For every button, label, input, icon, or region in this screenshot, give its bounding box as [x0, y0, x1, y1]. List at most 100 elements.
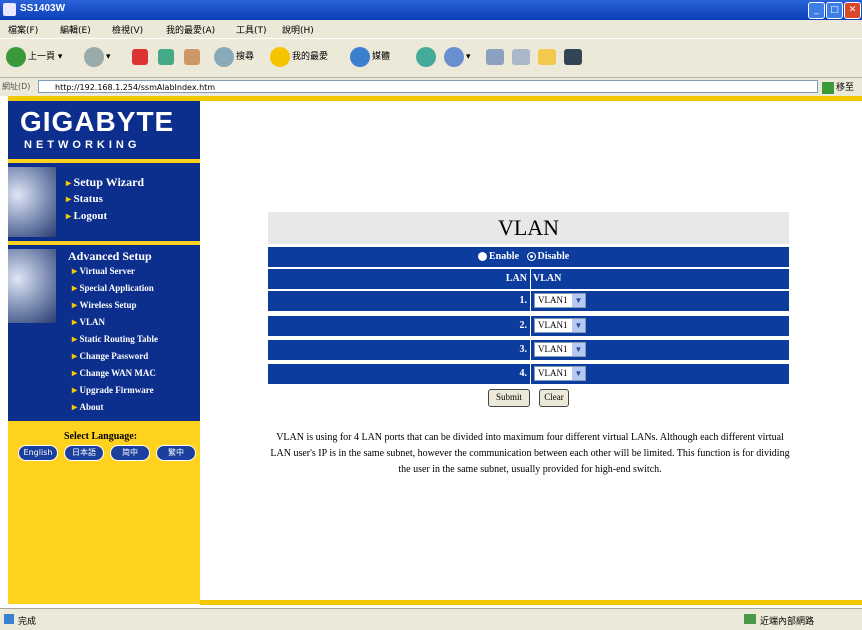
folder-button[interactable]: [538, 46, 558, 68]
star-icon: [270, 46, 290, 67]
mail-button[interactable]: ▾: [444, 46, 471, 68]
language-traditional-chinese-button[interactable]: 繁中: [156, 445, 196, 461]
disable-radio[interactable]: Disable: [526, 251, 570, 262]
vlan-header: VLAN: [533, 273, 562, 284]
nav-change-password[interactable]: Change Password: [72, 351, 149, 362]
go-button[interactable]: 移至: [822, 80, 858, 94]
advanced-setup-heading: Advanced Setup: [68, 249, 152, 263]
nav-virtual-server[interactable]: Virtual Server: [72, 266, 135, 277]
language-japanese-button[interactable]: 日本語: [64, 445, 104, 461]
print-button[interactable]: [486, 46, 506, 68]
vlan-cell: VLAN1 ▼: [530, 316, 788, 336]
vlan-description: VLAN is using for 4 LAN ports that can b…: [270, 432, 790, 475]
table-row: 4. VLAN1 ▼: [268, 364, 789, 384]
nav-about[interactable]: About: [72, 402, 104, 413]
edit-icon: [512, 48, 530, 65]
status-text: 完成: [18, 617, 37, 627]
product-image: [8, 167, 56, 237]
menu-edit[interactable]: 編輯(E): [60, 23, 91, 36]
page-title: VLAN: [268, 212, 789, 244]
address-label: 網址(D): [2, 82, 31, 91]
stop-button[interactable]: [132, 46, 150, 68]
lan-port-label: 3.: [519, 344, 528, 355]
nav-setup-wizard[interactable]: Setup Wizard: [66, 175, 145, 190]
menu-help[interactable]: 說明(H): [282, 23, 314, 36]
go-icon: [822, 81, 834, 94]
chevron-down-icon: ▼: [572, 319, 585, 332]
table-row: 2. VLAN1 ▼: [268, 316, 789, 336]
nav-status[interactable]: Status: [66, 193, 103, 205]
nav-vlan[interactable]: VLAN: [72, 317, 106, 328]
table-row: 3. VLAN1 ▼: [268, 340, 789, 360]
vlan-select[interactable]: VLAN1 ▼: [534, 342, 586, 357]
media-button[interactable]: 媒體: [350, 46, 390, 68]
nav-change-wan-mac[interactable]: Change WAN MAC: [72, 368, 156, 379]
minimize-icon[interactable]: _: [808, 2, 825, 19]
back-button[interactable]: 上一頁 ▾: [6, 46, 62, 68]
address-bar: 網址(D) http://192.168.1.254/ssmAlabIndex.…: [0, 77, 862, 96]
browser-toolbar: 上一頁 ▾ ▾ 搜尋 我的最愛 媒體 ▾: [0, 38, 862, 77]
vlan-select[interactable]: VLAN1 ▼: [534, 293, 586, 308]
nav-wireless-setup[interactable]: Wireless Setup: [72, 300, 137, 311]
refresh-icon: [158, 48, 174, 65]
submit-button[interactable]: Submit: [488, 389, 530, 407]
messenger-button[interactable]: [564, 46, 584, 68]
search-label: 搜尋: [236, 52, 255, 62]
vlan-select-value: VLAN1: [538, 368, 568, 378]
forward-button[interactable]: ▾: [84, 46, 111, 68]
menu-bar: 檔案(F) 編輯(E) 檢視(V) 我的最愛(A) 工具(T) 說明(H): [0, 20, 862, 38]
address-input[interactable]: http://192.168.1.254/ssmAlabIndex.htm: [38, 80, 818, 93]
go-label: 移至: [836, 83, 855, 93]
edit-button[interactable]: [512, 46, 532, 68]
menu-file[interactable]: 檔案(F): [8, 23, 38, 36]
menu-tools[interactable]: 工具(T): [236, 23, 267, 36]
mode-row: Enable Disable: [268, 247, 789, 267]
favorites-button[interactable]: 我的最愛: [270, 46, 328, 68]
menu-view[interactable]: 檢視(V): [112, 23, 143, 36]
bottom-stripe: [200, 600, 862, 605]
vlan-cell: VLAN1 ▼: [530, 340, 788, 360]
refresh-button[interactable]: [158, 46, 176, 68]
advanced-nav: Advanced Setup Virtual Server Special Ap…: [8, 245, 200, 421]
nav-logout[interactable]: Logout: [66, 210, 108, 222]
enable-label: Enable: [489, 251, 520, 262]
favorites-label: 我的最愛: [292, 52, 329, 62]
print-icon: [486, 48, 504, 65]
vlan-cell: VLAN1 ▼: [530, 291, 788, 311]
mail-icon: [444, 46, 464, 67]
close-icon[interactable]: ✕: [844, 2, 861, 19]
clear-button[interactable]: Clear: [539, 389, 569, 407]
enable-radio[interactable]: Enable: [478, 251, 519, 262]
language-english-button[interactable]: English: [18, 445, 58, 461]
stop-icon: [132, 48, 148, 65]
vlan-header-cell: VLAN: [530, 269, 788, 289]
header-row: LAN VLAN: [268, 269, 789, 289]
vlan-select[interactable]: VLAN1 ▼: [534, 318, 586, 333]
search-button[interactable]: 搜尋: [214, 46, 254, 68]
nav-upgrade-firmware[interactable]: Upgrade Firmware: [72, 385, 154, 396]
logo-subtitle: NETWORKING: [24, 139, 141, 151]
history-button[interactable]: [416, 46, 438, 68]
forward-icon: [84, 46, 104, 67]
folder-icon: [538, 48, 556, 65]
language-simplified-chinese-button[interactable]: 简中: [110, 445, 150, 461]
search-icon: [214, 46, 234, 67]
vlan-cell: VLAN1 ▼: [530, 364, 788, 384]
vlan-select[interactable]: VLAN1 ▼: [534, 366, 586, 381]
lan-port-label: 1.: [519, 295, 528, 306]
zone-text: 近端內部網路: [760, 617, 815, 627]
product-image-2: [8, 249, 56, 323]
menu-favorites[interactable]: 我的最愛(A): [166, 23, 215, 36]
chevron-down-icon: ▼: [572, 294, 585, 307]
maximize-icon[interactable]: □: [826, 2, 843, 19]
back-label: 上一頁: [28, 52, 56, 62]
page-icon: [4, 614, 14, 624]
disable-label: Disable: [537, 251, 570, 262]
logo-brand: GIGABYTE: [20, 106, 175, 137]
home-button[interactable]: [184, 46, 202, 68]
lan-header: LAN: [505, 273, 527, 284]
nav-special-application[interactable]: Special Application: [72, 283, 154, 294]
lan-port-label: 4.: [519, 368, 528, 379]
nav-static-routing-table[interactable]: Static Routing Table: [72, 334, 159, 345]
radio-enable-dot: [478, 252, 487, 262]
